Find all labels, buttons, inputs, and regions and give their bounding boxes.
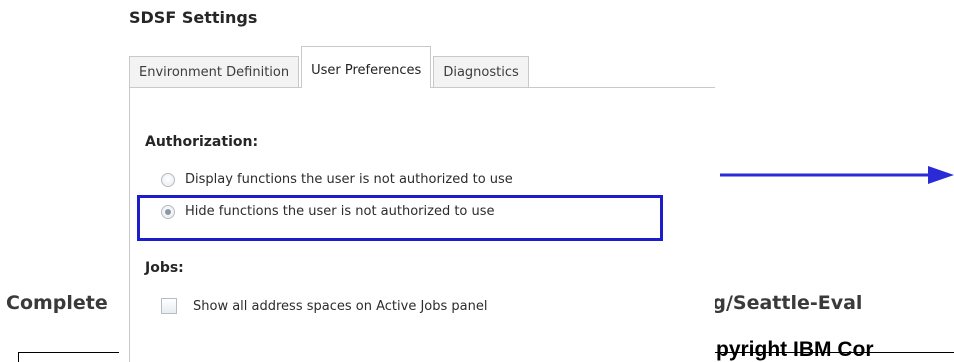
radio-hide-unauthorized-option[interactable]: Hide functions the user is not authorize… xyxy=(161,204,495,219)
tab-environment-definition[interactable]: Environment Definition xyxy=(129,56,300,88)
screenshot-stage: Complete rg/Seattle-Eval pyright IBM Cor… xyxy=(0,0,954,362)
radio-hide-unauthorized-label: Hide functions the user is not authorize… xyxy=(185,204,495,219)
content-left-border xyxy=(129,87,130,362)
sdsf-settings-panel: SDSF Settings Environment Definition Use… xyxy=(119,0,715,362)
background-copyright-text: pyright IBM Cor xyxy=(716,338,874,361)
radio-display-unauthorized-option[interactable]: Display functions the user is not author… xyxy=(161,172,513,187)
authorization-heading: Authorization: xyxy=(145,134,259,150)
page-title: SDSF Settings xyxy=(129,8,258,27)
show-all-address-spaces-option[interactable]: Show all address spaces on Active Jobs p… xyxy=(161,298,487,314)
background-slide-text-left: Complete xyxy=(6,292,108,314)
show-all-address-spaces-label: Show all address spaces on Active Jobs p… xyxy=(193,298,488,314)
tab-diagnostics[interactable]: Diagnostics xyxy=(433,56,529,88)
radio-hide-unauthorized[interactable] xyxy=(161,204,175,219)
radio-display-unauthorized-label: Display functions the user is not author… xyxy=(185,172,513,187)
radio-display-unauthorized[interactable] xyxy=(161,172,175,187)
annotation-arrow-icon xyxy=(720,166,954,184)
tab-user-preferences[interactable]: User Preferences xyxy=(301,46,432,88)
jobs-heading: Jobs: xyxy=(145,260,184,276)
settings-tabs: Environment Definition User Preferences … xyxy=(129,46,531,88)
show-all-address-spaces-checkbox[interactable] xyxy=(161,298,177,314)
background-slide-text-right: rg/Seattle-Eval xyxy=(703,292,863,314)
